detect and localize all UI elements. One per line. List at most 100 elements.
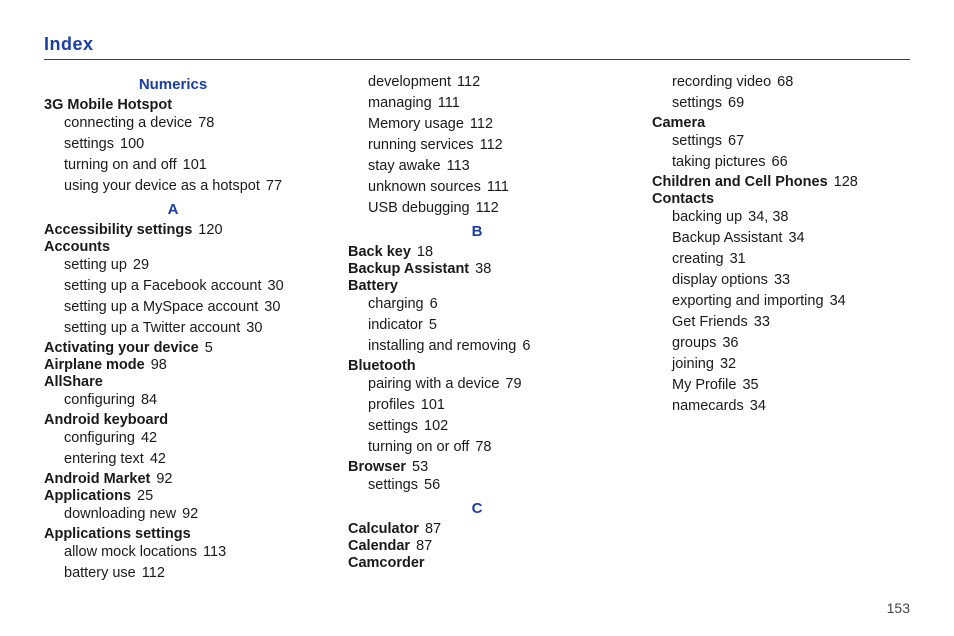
index-text: setting up	[64, 257, 127, 273]
index-entry: recording video 68	[652, 72, 910, 93]
index-entry: taking pictures 66	[652, 152, 910, 173]
index-text: development	[368, 74, 451, 90]
index-page-ref: 128	[830, 174, 858, 190]
index-entry: development 112	[348, 72, 606, 93]
index-text: Battery	[348, 278, 398, 294]
index-text: settings	[368, 477, 418, 493]
index-entry: pairing with a device 79	[348, 374, 606, 395]
index-page-ref: 92	[152, 471, 172, 487]
index-text: downloading new	[64, 506, 176, 522]
index-text: Backup Assistant	[348, 261, 469, 277]
index-page-ref: 33	[750, 314, 770, 330]
section-head: A	[44, 201, 302, 218]
index-page-ref: 112	[453, 74, 480, 90]
index-page-ref: 101	[417, 397, 445, 413]
index-topic: Bluetooth	[348, 358, 606, 374]
index-page-ref: 67	[724, 133, 744, 149]
index-text: exporting and importing	[672, 293, 824, 309]
index-text: taking pictures	[672, 154, 766, 170]
index-topic: Browser 53	[348, 459, 606, 475]
index-page-ref: 30	[242, 320, 262, 336]
index-text: AllShare	[44, 374, 103, 390]
index-page-ref: 68	[773, 74, 793, 90]
index-page-ref: 5	[201, 340, 213, 356]
index-text: setting up a Twitter account	[64, 320, 240, 336]
index-page-ref: 33	[770, 272, 790, 288]
index-page-ref: 87	[421, 521, 441, 537]
index-text: turning on and off	[64, 157, 177, 173]
index-text: Accessibility settings	[44, 222, 192, 238]
index-text: Memory usage	[368, 116, 464, 132]
index-topic: Backup Assistant 38	[348, 261, 606, 277]
index-text: entering text	[64, 451, 144, 467]
index-entry: settings 69	[652, 93, 910, 114]
index-page-ref: 113	[443, 158, 470, 174]
index-entry: namecards 34	[652, 396, 910, 417]
index-entry: backing up 34, 38	[652, 207, 910, 228]
index-page-ref: 84	[137, 392, 157, 408]
index-page-ref: 102	[420, 418, 448, 434]
index-text: Get Friends	[672, 314, 748, 330]
index-text: setting up a MySpace account	[64, 299, 258, 315]
index-text: 3G Mobile Hotspot	[44, 97, 172, 113]
index-entry: setting up a Twitter account 30	[44, 318, 302, 339]
index-topic: Airplane mode 98	[44, 357, 302, 373]
index-text: stay awake	[368, 158, 441, 174]
index-text: configuring	[64, 392, 135, 408]
index-text: profiles	[368, 397, 415, 413]
index-entry: indicator 5	[348, 315, 606, 336]
index-page-ref: 78	[194, 115, 214, 131]
index-text: Camera	[652, 115, 705, 131]
index-topic: 3G Mobile Hotspot	[44, 97, 302, 113]
index-page-ref: 34, 38	[744, 209, 788, 225]
index-page-ref: 101	[179, 157, 207, 173]
index-text: Android keyboard	[44, 412, 168, 428]
index-topic: Accessibility settings 120	[44, 222, 302, 238]
index-page-ref: 34	[746, 398, 766, 414]
index-topic: Android keyboard	[44, 412, 302, 428]
index-page-ref: 98	[147, 357, 167, 373]
index-text: display options	[672, 272, 768, 288]
index-page-ref: 79	[501, 376, 521, 392]
index-entry: configuring 42	[44, 428, 302, 449]
index-entry: connecting a device 78	[44, 113, 302, 134]
index-text: Contacts	[652, 191, 714, 207]
index-entry: settings 67	[652, 131, 910, 152]
index-text: Back key	[348, 244, 411, 260]
index-page-ref: 32	[716, 356, 736, 372]
index-page-ref: 78	[471, 439, 491, 455]
index-page-ref: 42	[146, 451, 166, 467]
section-head: C	[348, 500, 606, 517]
index-page-ref: 113	[199, 544, 226, 560]
index-text: backing up	[672, 209, 742, 225]
index-text: pairing with a device	[368, 376, 499, 392]
index-entry: downloading new 92	[44, 504, 302, 525]
index-text: turning on or off	[368, 439, 469, 455]
index-page-ref: 34	[826, 293, 846, 309]
index-text: setting up a Facebook account	[64, 278, 262, 294]
index-entry: setting up a MySpace account 30	[44, 297, 302, 318]
index-entry: Get Friends 33	[652, 312, 910, 333]
index-topic: Calculator 87	[348, 521, 606, 537]
index-entry: configuring 84	[44, 390, 302, 411]
index-entry: using your device as a hotspot 77	[44, 176, 302, 197]
index-text: Bluetooth	[348, 358, 416, 374]
index-page-ref: 87	[412, 538, 432, 554]
index-page-ref: 34	[784, 230, 804, 246]
index-entry: display options 33	[652, 270, 910, 291]
index-text: settings	[672, 133, 722, 149]
index-page-ref: 5	[425, 317, 437, 333]
index-text: charging	[368, 296, 424, 312]
index-text: Backup Assistant	[672, 230, 782, 246]
index-topic: Children and Cell Phones 128	[652, 174, 910, 190]
index-text: USB debugging	[368, 200, 470, 216]
index-topic: Camcorder	[348, 555, 606, 571]
index-topic: Back key 18	[348, 244, 606, 260]
index-topic: Activating your device 5	[44, 340, 302, 356]
index-text: indicator	[368, 317, 423, 333]
index-text: installing and removing	[368, 338, 516, 354]
index-entry: setting up 29	[44, 255, 302, 276]
index-entry: groups 36	[652, 333, 910, 354]
index-text: Accounts	[44, 239, 110, 255]
index-entry: turning on or off 78	[348, 437, 606, 458]
